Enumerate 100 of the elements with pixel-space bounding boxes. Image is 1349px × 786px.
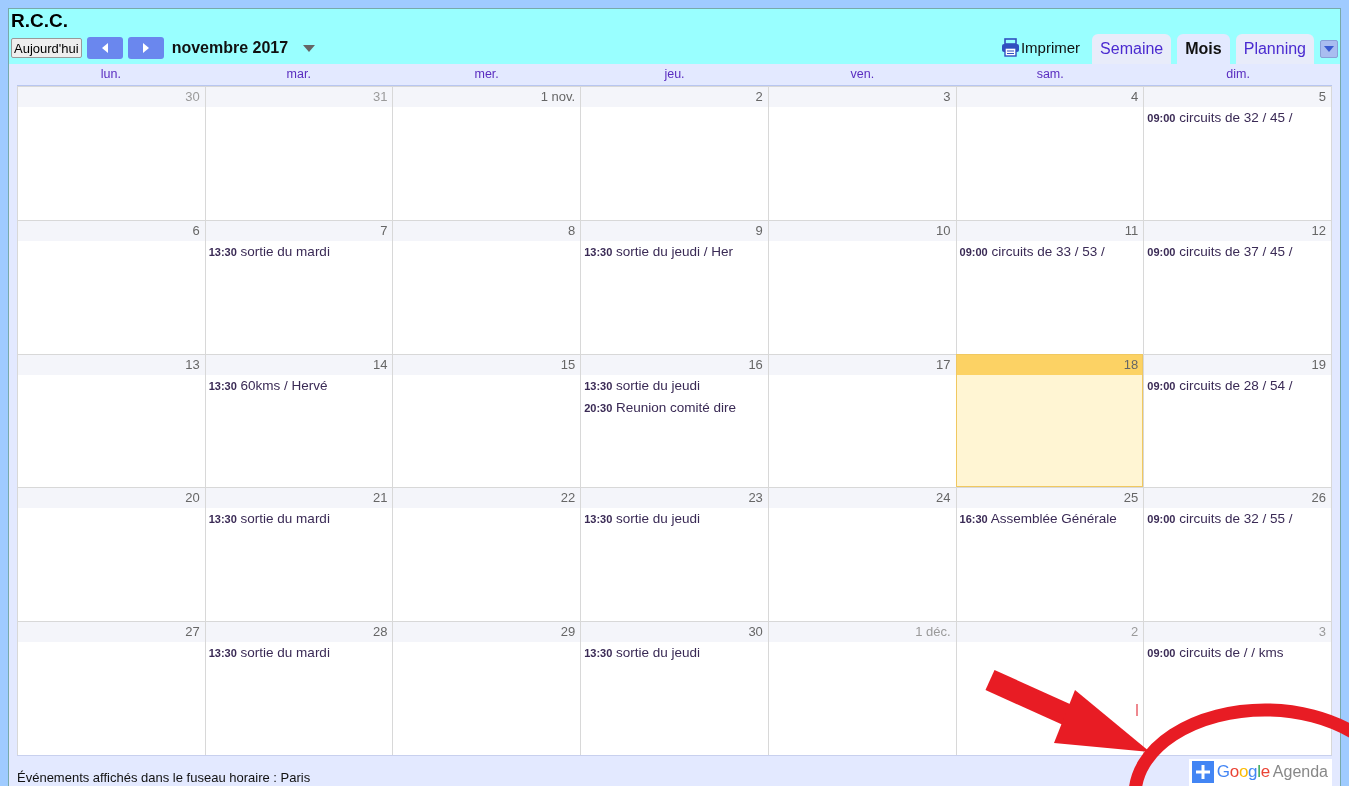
day-cell[interactable]: 12 09:00 circuits de 37 / 45 / <box>1143 219 1331 354</box>
day-cell[interactable]: 23 13:30 sortie du jeudi <box>580 487 768 622</box>
day-cell[interactable]: 10 <box>767 219 956 354</box>
day-cell[interactable]: 21 13:30 sortie du mardi <box>204 487 393 622</box>
day-number[interactable]: 27 <box>18 622 205 643</box>
today-button[interactable]: Aujourd'hui <box>11 38 82 58</box>
previous-button[interactable] <box>86 37 123 59</box>
annotation-mark <box>1136 703 1138 717</box>
view-tab[interactable]: Planning <box>1235 34 1314 64</box>
day-number[interactable]: 16 <box>581 354 768 375</box>
day-cell[interactable]: 5 09:00 circuits de 32 / 45 / <box>1143 86 1331 220</box>
event-entry[interactable]: 09:00 circuits de 33 / 53 / <box>956 240 1144 263</box>
event-entry[interactable]: 13:30 60kms / Hervé <box>205 374 393 397</box>
event-entry[interactable]: 09:00 circuits de 28 / 54 / <box>1144 374 1331 397</box>
next-button[interactable] <box>127 37 164 59</box>
event-entry[interactable]: 13:30 sortie du jeudi <box>581 374 768 397</box>
day-number[interactable]: 5 <box>1144 87 1331 107</box>
day-number[interactable]: 12 <box>1144 220 1331 241</box>
day-number[interactable]: 29 <box>393 622 581 643</box>
event-entry[interactable]: 16:30 Assemblée Générale <box>956 508 1144 531</box>
day-cell[interactable]: 2 <box>580 86 768 220</box>
day-number[interactable]: 18 <box>956 354 1144 375</box>
event-entry[interactable]: 13:30 sortie du mardi <box>205 240 393 263</box>
day-number[interactable]: 24 <box>768 488 956 509</box>
weekday-header: mer. <box>473 66 500 83</box>
day-cell[interactable]: 11 09:00 circuits de 33 / 53 / <box>955 219 1144 354</box>
day-cell[interactable]: 29 <box>392 621 581 755</box>
day-cell[interactable]: 18 <box>955 353 1144 488</box>
day-cell[interactable]: 30 13:30 sortie du jeudi <box>580 621 768 755</box>
right-arrow-icon <box>141 43 150 53</box>
day-cell[interactable]: 9 13:30 sortie du jeudi / Her <box>580 219 768 354</box>
day-cell[interactable]: 7 13:30 sortie du mardi <box>204 219 393 354</box>
day-cell[interactable]: 15 <box>392 353 581 488</box>
day-number[interactable]: 28 <box>205 622 393 643</box>
day-number[interactable]: 10 <box>768 220 956 241</box>
day-cell[interactable]: 22 <box>392 487 581 622</box>
day-number[interactable]: 6 <box>18 220 205 241</box>
weekday-header: ven. <box>849 66 876 83</box>
event-entry[interactable]: 13:30 sortie du jeudi / Her <box>581 240 768 263</box>
weekday-header: mar. <box>285 66 312 83</box>
view-tab[interactable]: Mois <box>1177 34 1230 64</box>
event-entry[interactable]: 09:00 circuits de 32 / 45 / <box>1144 107 1331 129</box>
day-cell[interactable]: 16 13:30 sortie du jeudi 20:30 Reunion comité dire <box>580 353 768 488</box>
day-number[interactable]: 4 <box>956 87 1144 107</box>
calendar-title: R.C.C. <box>11 10 68 32</box>
day-number[interactable]: 26 <box>1144 488 1331 509</box>
day-number[interactable]: 21 <box>205 488 393 509</box>
caret-icon <box>1324 46 1334 52</box>
event-entry[interactable]: 09:00 circuits de / / kms <box>1144 642 1331 665</box>
day-cell[interactable]: 6 <box>17 219 205 354</box>
day-number[interactable]: 9 <box>581 220 768 241</box>
day-cell[interactable]: 14 13:30 60kms / Hervé <box>204 353 393 488</box>
menu-button[interactable] <box>1320 40 1338 58</box>
event-entry[interactable]: 09:00 circuits de 37 / 45 / <box>1144 240 1331 263</box>
month-label: novembre 2017 <box>171 39 289 57</box>
day-cell[interactable]: 24 <box>767 487 956 622</box>
view-tab[interactable]: Semaine <box>1092 34 1172 64</box>
weekday-header: dim. <box>1225 66 1251 83</box>
add-to-calendar-button[interactable]: Google Agenda <box>1188 759 1332 786</box>
day-cell[interactable]: 28 13:30 sortie du mardi <box>204 621 393 755</box>
day-number[interactable]: 8 <box>393 220 581 241</box>
day-number[interactable]: 19 <box>1144 354 1331 375</box>
timezone-note: Événements affichés dans le fuseau horaire : Paris <box>17 769 311 786</box>
day-cell[interactable]: 19 09:00 circuits de 28 / 54 / <box>1143 353 1331 488</box>
day-number[interactable]: 25 <box>956 488 1144 509</box>
day-cell[interactable]: 13 <box>17 353 205 488</box>
day-cell[interactable]: 8 <box>392 219 581 354</box>
day-cell[interactable]: 20 <box>17 487 205 622</box>
day-number[interactable]: 20 <box>18 488 205 509</box>
day-number[interactable]: 1 nov. <box>393 87 581 107</box>
day-number[interactable]: 13 <box>18 354 205 375</box>
day-cell[interactable]: 3 09:00 circuits de / / kms <box>1143 621 1331 755</box>
event-entry[interactable]: 13:30 sortie du mardi <box>205 508 393 531</box>
day-number[interactable]: 23 <box>581 488 768 509</box>
event-entry[interactable]: 13:30 sortie du jeudi <box>581 508 768 531</box>
event-entry[interactable]: 09:00 circuits de 32 / 55 / <box>1144 508 1331 531</box>
day-number[interactable]: 3 <box>768 87 956 107</box>
day-number[interactable]: 22 <box>393 488 581 509</box>
day-cell[interactable]: 17 <box>767 353 956 488</box>
day-cell[interactable]: 25 16:30 Assemblée Générale <box>955 487 1144 622</box>
day-number[interactable]: 14 <box>205 354 393 375</box>
day-cell[interactable]: 3 <box>767 86 956 220</box>
weekday-header: lun. <box>99 66 122 83</box>
day-cell[interactable]: 26 09:00 circuits de 32 / 55 / <box>1143 487 1331 622</box>
day-number[interactable]: 15 <box>393 354 581 375</box>
dropdown-icon[interactable] <box>303 44 316 52</box>
event-entry[interactable]: 13:30 sortie du jeudi <box>581 642 768 665</box>
event-entry[interactable]: 13:30 sortie du mardi <box>205 642 393 665</box>
day-number[interactable]: 7 <box>205 220 393 241</box>
left-arrow-icon <box>100 43 109 53</box>
day-cell[interactable]: 1 nov. <box>392 86 581 220</box>
day-number[interactable]: 2 <box>581 87 768 107</box>
day-number[interactable]: 17 <box>768 354 956 375</box>
day-number[interactable]: 30 <box>581 622 768 643</box>
day-cell[interactable]: 4 <box>955 86 1144 220</box>
event-entry[interactable]: 20:30 Reunion comité dire <box>581 396 768 419</box>
day-number[interactable]: 11 <box>956 220 1144 241</box>
print-button[interactable]: Imprimer <box>994 37 1087 64</box>
weekday-header: sam. <box>1035 66 1065 83</box>
day-cell[interactable]: 27 <box>17 621 205 755</box>
